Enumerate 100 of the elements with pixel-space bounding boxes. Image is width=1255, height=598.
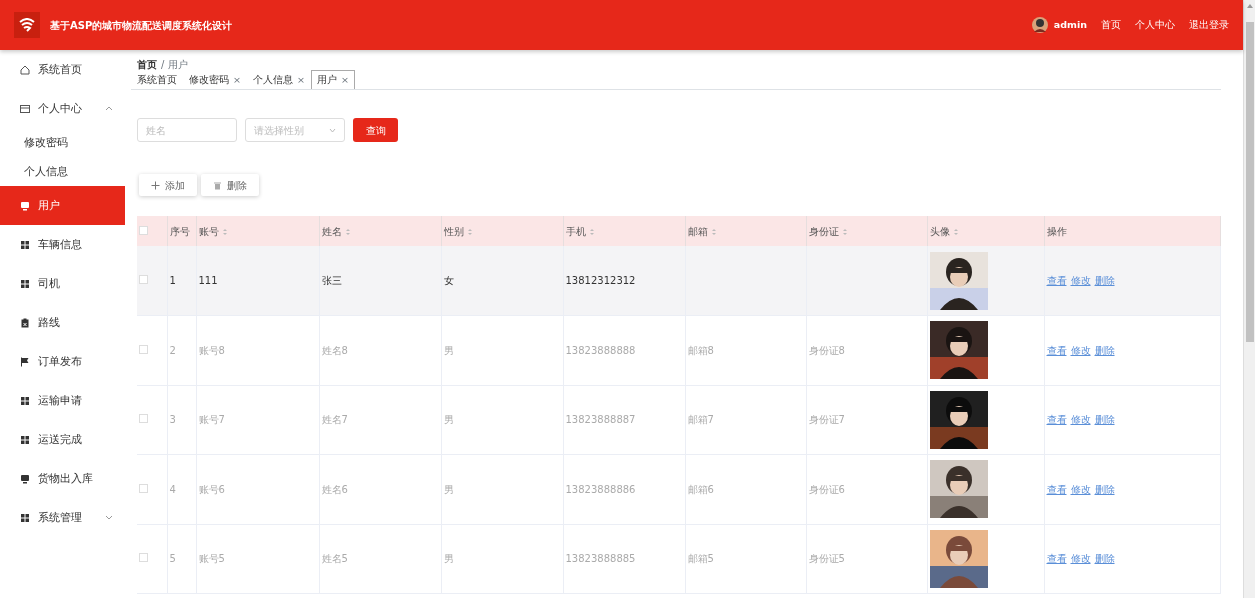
sidebar-subitem[interactable]: 个人信息 bbox=[0, 157, 125, 186]
table-cell: 13823888886 bbox=[565, 483, 636, 495]
tab[interactable]: 系统首页 bbox=[131, 70, 183, 90]
sidebar-item[interactable]: 系统首页 bbox=[0, 50, 125, 89]
sort-icon bbox=[841, 227, 848, 236]
table-row[interactable]: 1 111 张三 女 13812312312 查看 修改 删除 bbox=[137, 246, 1221, 316]
logo-icon bbox=[14, 12, 40, 38]
breadcrumb-separator: / bbox=[161, 57, 165, 72]
row-action-link[interactable]: 修改 bbox=[1070, 483, 1091, 495]
table-cell: 13823888888 bbox=[565, 344, 636, 356]
column-header[interactable]: 头像 bbox=[927, 216, 1044, 246]
sidebar-subitem[interactable]: 修改密码 bbox=[0, 128, 125, 157]
monitor-icon bbox=[20, 200, 30, 211]
table-row[interactable]: 4 账号6 姓名6 男 13823888886 邮箱6 身份证6 查看 修改 删除 bbox=[137, 454, 1221, 524]
table-cell: 身份证5 bbox=[808, 553, 845, 565]
sidebar-item[interactable]: 订单发布 bbox=[0, 342, 125, 381]
table-row[interactable]: 5 账号5 姓名5 男 13823888885 邮箱5 身份证5 查看 修改 删除 bbox=[137, 524, 1221, 594]
grid-icon bbox=[20, 278, 30, 289]
table-cell: 邮箱6 bbox=[687, 483, 714, 495]
sort-icon bbox=[588, 227, 595, 236]
sidebar-item[interactable]: 车辆信息 bbox=[0, 225, 125, 264]
checkbox[interactable] bbox=[139, 483, 148, 493]
sidebar-item[interactable]: 运输申请 bbox=[0, 381, 125, 420]
table-cell: 账号7 bbox=[198, 414, 225, 426]
close-icon[interactable]: × bbox=[340, 74, 349, 85]
table-row[interactable]: 3 账号7 姓名7 男 13823888887 邮箱7 身份证7 查看 修改 删除 bbox=[137, 385, 1221, 455]
row-action-link[interactable]: 查看 bbox=[1046, 414, 1067, 426]
row-action-link[interactable]: 修改 bbox=[1070, 553, 1091, 565]
column-header[interactable]: 身份证 bbox=[806, 216, 927, 246]
table-cell: 2 bbox=[169, 344, 176, 356]
table-cell: 邮箱5 bbox=[687, 553, 714, 565]
tab[interactable]: 用户 × bbox=[310, 70, 355, 90]
table-cell: 账号5 bbox=[198, 553, 225, 565]
action-button[interactable]: 添加 bbox=[139, 174, 197, 196]
grid-icon bbox=[20, 434, 30, 445]
checkbox[interactable] bbox=[139, 344, 148, 354]
plus-icon bbox=[151, 181, 160, 190]
row-action-link[interactable]: 删除 bbox=[1094, 344, 1115, 356]
header-link[interactable]: 个人中心 bbox=[1135, 17, 1175, 33]
sidebar-item[interactable]: 路线 bbox=[0, 303, 125, 342]
sidebar-item[interactable]: 货物出入库 bbox=[0, 459, 125, 498]
row-action-link[interactable]: 查看 bbox=[1046, 344, 1067, 356]
sidebar-item[interactable]: 系统管理 bbox=[0, 498, 125, 537]
checkbox[interactable] bbox=[139, 225, 148, 235]
name-field[interactable]: 姓名 bbox=[137, 118, 237, 142]
column-header[interactable]: 性别 bbox=[441, 216, 563, 246]
table-cell: 账号8 bbox=[198, 344, 225, 356]
column-header[interactable]: 操作 bbox=[1044, 216, 1221, 246]
breadcrumb-item: 用户 bbox=[168, 57, 189, 72]
sort-icon bbox=[466, 227, 473, 236]
checkbox[interactable] bbox=[139, 553, 148, 563]
scroll-up-icon[interactable] bbox=[1246, 4, 1253, 8]
column-header[interactable]: 账号 bbox=[196, 216, 319, 246]
table-cell: 13812312312 bbox=[565, 275, 636, 286]
tab[interactable]: 个人信息 × bbox=[246, 70, 311, 90]
table-cell: 111 bbox=[198, 275, 218, 286]
table-cell: 13823888887 bbox=[565, 414, 636, 426]
column-header[interactable]: 姓名 bbox=[319, 216, 441, 246]
sort-icon bbox=[952, 227, 959, 236]
app-title: 基于ASP的城市物流配送调度系统化设计 bbox=[50, 18, 233, 33]
row-action-link[interactable]: 删除 bbox=[1094, 553, 1115, 565]
table-cell: 13823888885 bbox=[565, 553, 636, 565]
checkbox[interactable] bbox=[139, 414, 148, 424]
sidebar-item[interactable]: 用户 bbox=[0, 186, 125, 225]
table-cell: 身份证8 bbox=[808, 344, 845, 356]
sort-icon bbox=[344, 227, 351, 236]
table-cell: 邮箱7 bbox=[687, 414, 714, 426]
close-icon[interactable]: × bbox=[296, 74, 305, 85]
row-action-link[interactable]: 删除 bbox=[1094, 414, 1115, 426]
table-cell: 4 bbox=[169, 483, 176, 495]
table-cell: 身份证6 bbox=[808, 483, 845, 495]
row-action-link[interactable]: 查看 bbox=[1046, 553, 1067, 565]
header-link[interactable]: 退出登录 bbox=[1189, 17, 1229, 33]
tab[interactable]: 修改密码 × bbox=[183, 70, 247, 90]
action-button[interactable]: 删除 bbox=[201, 174, 259, 196]
sidebar-item[interactable]: 个人中心 bbox=[0, 89, 125, 128]
column-header[interactable]: 手机 bbox=[563, 216, 685, 246]
table-cell: 张三 bbox=[321, 275, 342, 286]
table-row[interactable]: 2 账号8 姓名8 男 13823888888 邮箱8 身份证8 查看 修改 删除 bbox=[137, 315, 1221, 385]
grid-icon bbox=[20, 512, 30, 523]
table-cell: 男 bbox=[443, 344, 454, 356]
header-link[interactable]: 首页 bbox=[1101, 17, 1121, 33]
column-header[interactable]: 序号 bbox=[167, 216, 196, 246]
table-cell: 姓名8 bbox=[321, 344, 348, 356]
sidebar-item[interactable]: 司机 bbox=[0, 264, 125, 303]
row-action-link[interactable]: 修改 bbox=[1070, 344, 1091, 356]
row-action-link[interactable]: 修改 bbox=[1070, 414, 1091, 426]
table-cell: 账号6 bbox=[198, 483, 225, 495]
column-header[interactable]: 邮箱 bbox=[685, 216, 806, 246]
scrollbar-thumb[interactable] bbox=[1245, 22, 1254, 342]
breadcrumb-item[interactable]: 首页 bbox=[137, 56, 157, 72]
row-action-link[interactable]: 查看 bbox=[1046, 483, 1067, 495]
sidebar-item[interactable]: 运送完成 bbox=[0, 420, 125, 459]
table-cell: 邮箱8 bbox=[687, 344, 714, 356]
checkbox[interactable] bbox=[139, 275, 148, 284]
row-action-link[interactable]: 删除 bbox=[1094, 483, 1115, 495]
close-icon[interactable]: × bbox=[233, 74, 241, 85]
table-cell: 男 bbox=[443, 483, 454, 495]
table-cell: 男 bbox=[443, 553, 454, 565]
search-button[interactable]: 查询 bbox=[353, 118, 398, 142]
